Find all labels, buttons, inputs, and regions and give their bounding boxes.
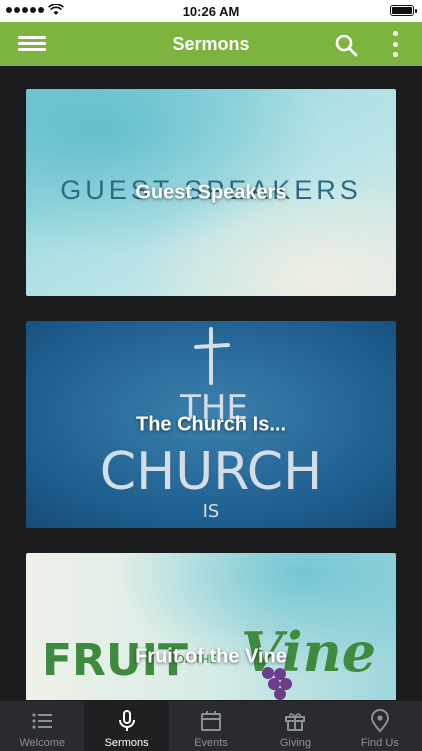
app-bar: Sermons	[0, 22, 422, 66]
more-options-icon[interactable]	[390, 31, 400, 57]
battery-level	[392, 7, 412, 14]
sermon-card-fruit-of-the-vine[interactable]: FRUIT OF THE Vine Fruit of the Vine	[26, 553, 396, 700]
sermon-title: Fruit of the Vine	[135, 645, 287, 667]
tab-label: Giving	[279, 737, 312, 749]
artwork-text: CHURCH	[100, 442, 322, 502]
tab-label: Welcome	[19, 737, 66, 749]
tab-label: Sermons	[104, 737, 149, 749]
gift-icon	[285, 713, 306, 731]
tab-label: Find Us	[360, 737, 399, 749]
calendar-icon	[201, 711, 222, 731]
map-pin-icon	[370, 709, 389, 733]
tab-welcome[interactable]: Welcome	[0, 701, 84, 751]
sermon-title: Guest Speakers	[135, 181, 287, 203]
tab-sermons[interactable]: Sermons	[84, 701, 169, 751]
sermon-list: GUEST SPEAKERS Guest Speakers THE CHURCH…	[0, 66, 422, 700]
page-title: Sermons	[172, 34, 250, 54]
sermon-title: The Church Is...	[135, 413, 287, 435]
tab-events[interactable]: Events	[169, 701, 253, 751]
status-time: 10:26 AM	[182, 4, 240, 19]
artwork-text: IS	[203, 501, 220, 522]
tab-find-us[interactable]: Find Us	[338, 701, 422, 751]
sermon-card-guest-speakers[interactable]: GUEST SPEAKERS Guest Speakers	[26, 89, 396, 296]
list-icon	[32, 713, 53, 729]
sermon-artwork: FRUIT OF THE Vine	[26, 553, 396, 700]
search-icon[interactable]	[334, 33, 358, 57]
battery-icon	[390, 5, 417, 16]
sermon-card-the-church-is[interactable]: THE CHURCH IS The Church Is...	[26, 321, 396, 528]
microphone-icon	[118, 710, 135, 731]
tab-label: Events	[194, 737, 228, 749]
tab-giving[interactable]: Giving	[253, 701, 337, 751]
status-bar: 10:26 AM	[0, 0, 422, 22]
tab-bar: Welcome Sermons Events Giving Find Us	[0, 700, 422, 751]
